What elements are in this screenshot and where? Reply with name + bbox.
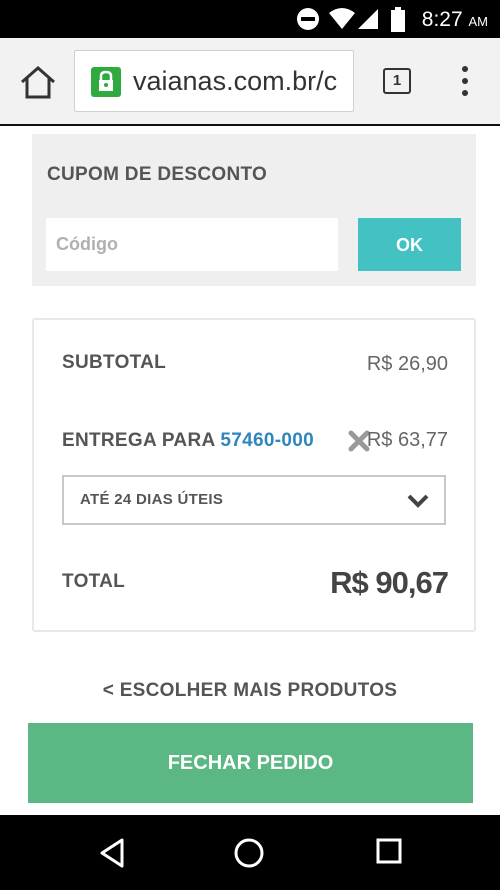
subtotal-value: R$ 26,90 xyxy=(366,353,448,375)
navigation-bar xyxy=(0,815,500,890)
coupon-ok-button[interactable]: OK xyxy=(358,218,461,271)
clock: 8:27 AM xyxy=(422,8,488,32)
choose-more-products-link[interactable]: < ESCOLHER MAIS PRODUTOS xyxy=(0,680,500,702)
signal-icon xyxy=(358,9,378,29)
back-icon[interactable] xyxy=(98,837,126,869)
shipping-value: R$ 63,77 xyxy=(366,429,448,451)
total-label: TOTAL xyxy=(62,571,126,592)
clock-ampm: AM xyxy=(468,14,489,29)
shipping-cep[interactable]: 57460-000 xyxy=(220,430,314,451)
shipping-label-row: ENTREGA PARA 57460-000 xyxy=(62,430,314,452)
url-text: vaianas.com.br/c xyxy=(133,66,338,96)
lock-icon xyxy=(91,67,121,97)
overflow-menu-icon[interactable] xyxy=(458,66,472,100)
browser-toolbar: vaianas.com.br/c 1 xyxy=(0,38,500,126)
recents-icon[interactable] xyxy=(375,837,403,865)
do-not-disturb-icon xyxy=(297,8,319,30)
home-circle-icon[interactable] xyxy=(233,837,265,869)
status-bar: 8:27 AM xyxy=(0,0,500,38)
shipping-option-value: ATÉ 24 DIAS ÚTEIS xyxy=(80,491,224,508)
url-bar[interactable]: vaianas.com.br/c xyxy=(74,50,354,112)
shipping-option-select[interactable]: ATÉ 24 DIAS ÚTEIS xyxy=(62,475,446,525)
chevron-down-icon xyxy=(407,494,429,508)
coupon-title: CUPOM DE DESCONTO xyxy=(47,164,268,185)
wifi-icon xyxy=(329,8,355,29)
order-summary: SUBTOTAL R$ 26,90 ENTREGA PARA 57460-000… xyxy=(32,318,476,632)
subtotal-label: SUBTOTAL xyxy=(62,352,167,373)
tab-count: 1 xyxy=(392,72,402,89)
home-icon[interactable] xyxy=(18,64,58,100)
shipping-label: ENTREGA PARA xyxy=(62,430,215,451)
clock-time: 8:27 xyxy=(421,8,463,31)
tabs-icon[interactable]: 1 xyxy=(383,68,411,94)
coupon-code-input[interactable] xyxy=(46,218,338,271)
coupon-section: CUPOM DE DESCONTO OK xyxy=(32,134,476,286)
total-value: R$ 90,67 xyxy=(330,565,449,600)
checkout-button[interactable]: FECHAR PEDIDO xyxy=(28,723,473,803)
battery-icon xyxy=(391,7,405,32)
